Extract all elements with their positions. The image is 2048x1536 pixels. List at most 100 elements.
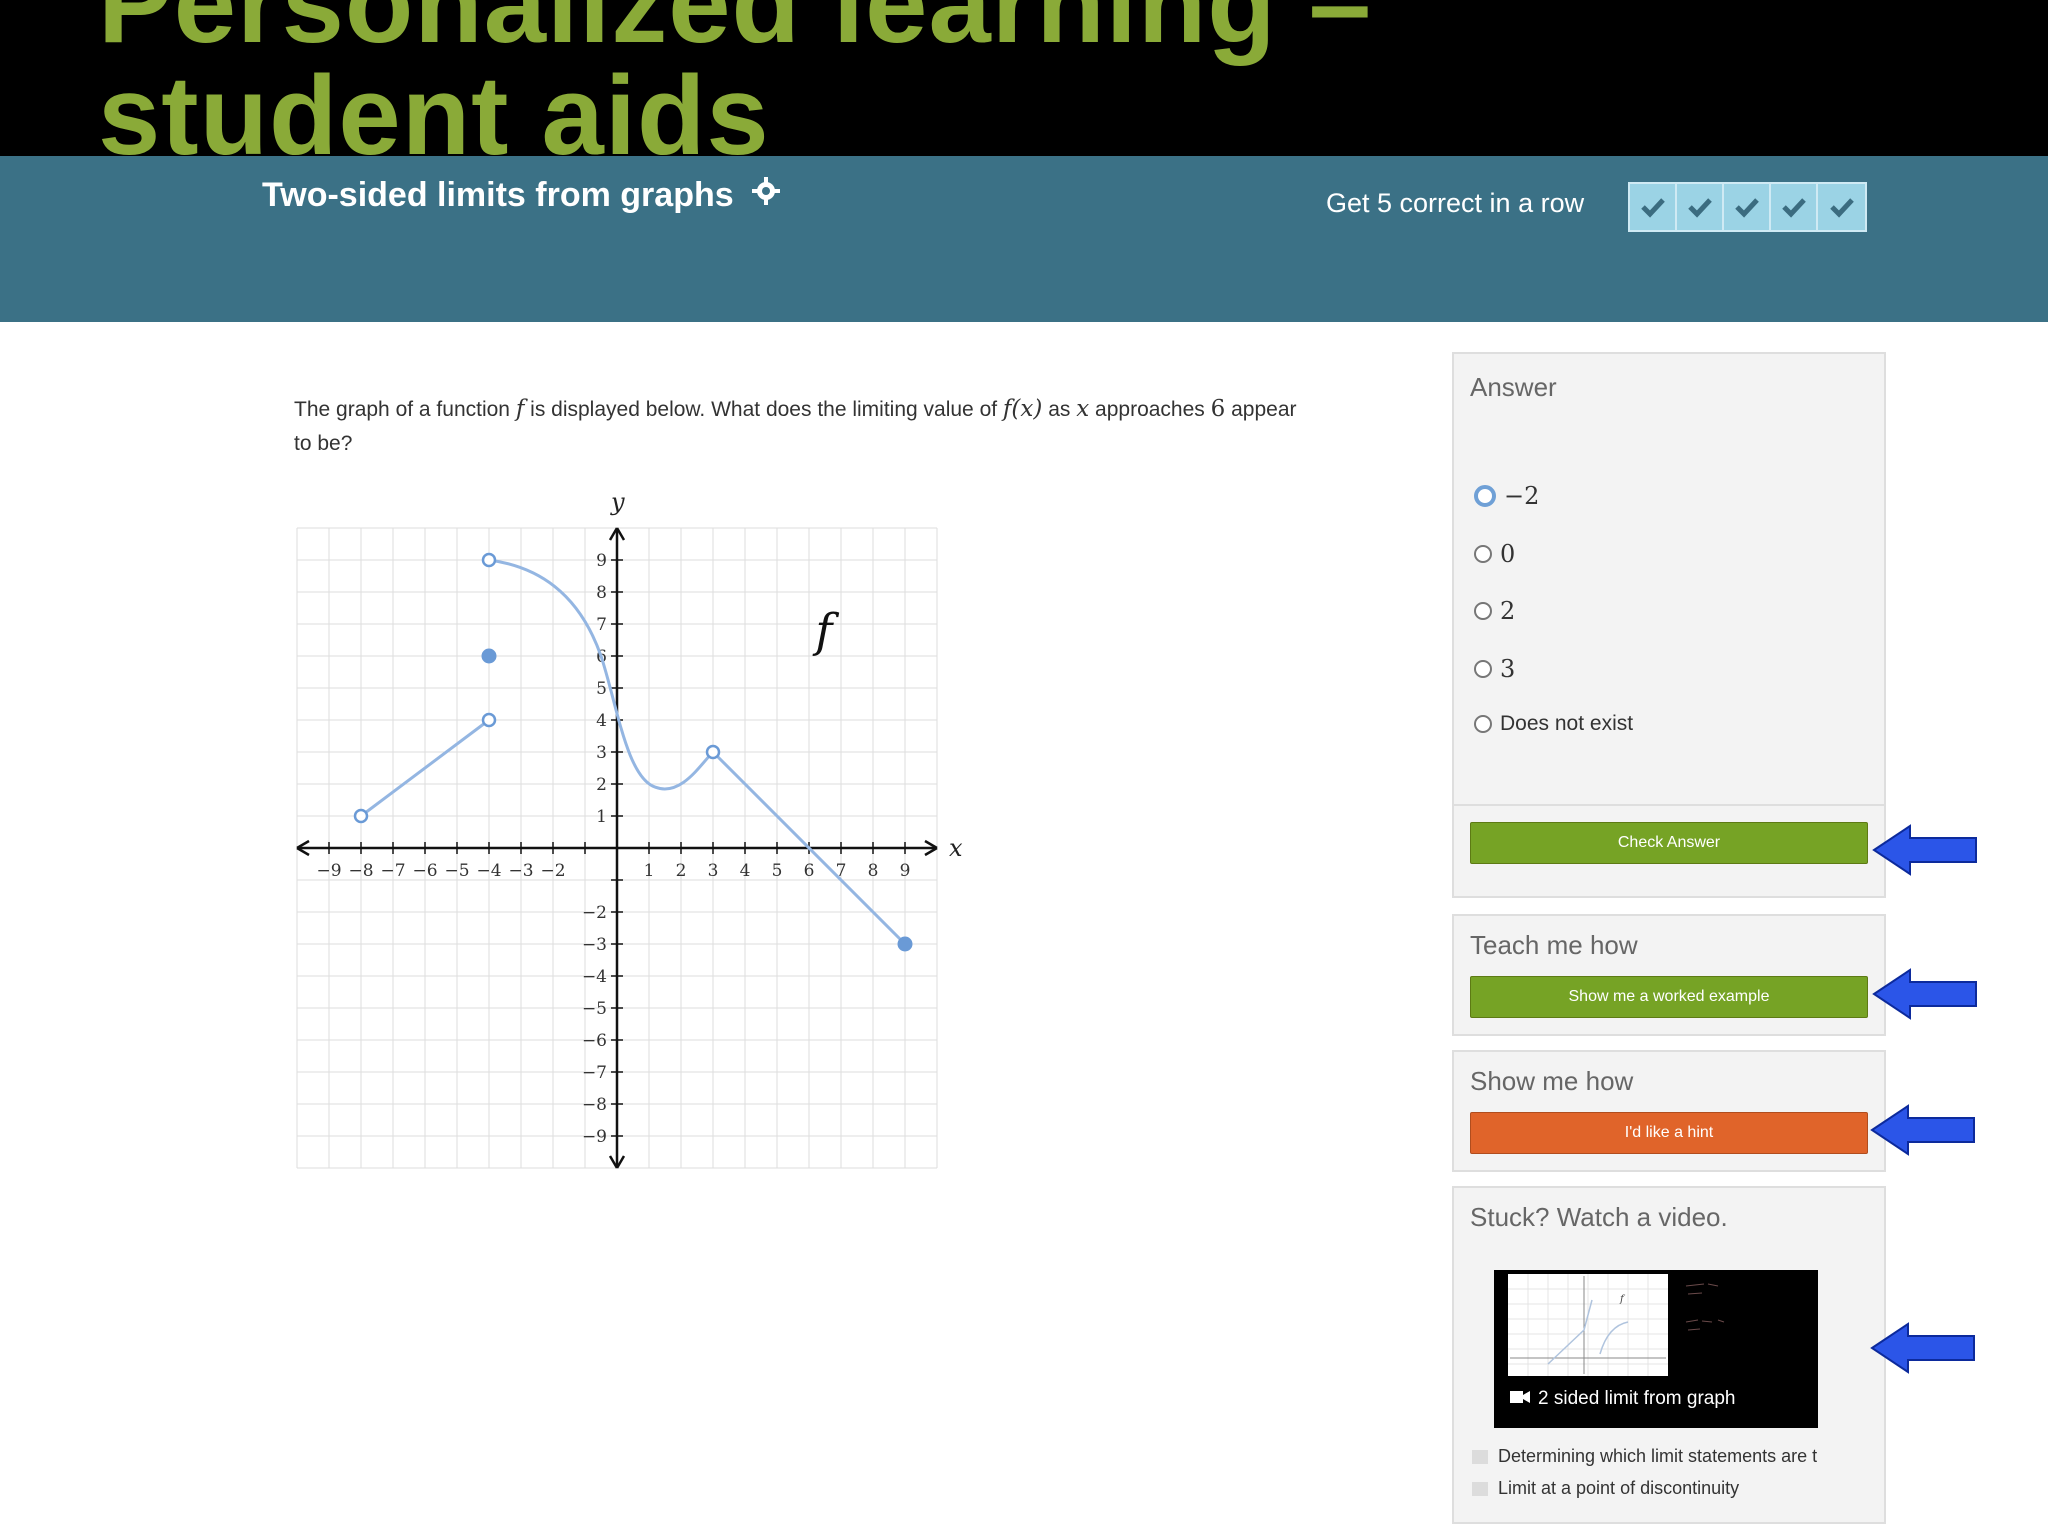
radio-selected[interactable] bbox=[1474, 485, 1496, 507]
related-video-link[interactable]: Determining which limit statements are t bbox=[1472, 1446, 1882, 1467]
streak-progress bbox=[1628, 182, 1867, 232]
open-point bbox=[353, 808, 369, 824]
tick-label: 5 bbox=[596, 679, 607, 699]
answer-option[interactable]: Does not exist bbox=[1474, 712, 1633, 736]
x-axis-label: x bbox=[949, 834, 963, 862]
math-six: 6 bbox=[1210, 396, 1226, 422]
video-camera-icon bbox=[1510, 1388, 1530, 1410]
tick-label: 8 bbox=[868, 861, 879, 881]
exercise-title-text: Two-sided limits from graphs bbox=[262, 176, 734, 214]
tick-label: 8 bbox=[596, 583, 607, 603]
answer-option-label: 0 bbox=[1500, 540, 1516, 568]
teach-title: Teach me how bbox=[1470, 930, 1638, 960]
teach-panel: Teach me how Show me a worked example bbox=[1452, 914, 1886, 1036]
tick-label: −5 bbox=[444, 861, 469, 881]
question-part: appear bbox=[1225, 398, 1297, 421]
video-thumbnail[interactable]: f bbox=[1508, 1274, 1668, 1376]
check-answer-button[interactable]: Check Answer bbox=[1470, 822, 1868, 864]
tick-label: −7 bbox=[582, 1063, 607, 1083]
answer-panel: Answer −2 0 2 3 Does not exist Check Ans… bbox=[1452, 352, 1886, 898]
tick-label: −3 bbox=[508, 861, 533, 881]
tick-label: 2 bbox=[596, 775, 607, 795]
hint-button[interactable]: I'd like a hint bbox=[1470, 1112, 1868, 1154]
tick-label: −5 bbox=[582, 999, 607, 1019]
open-point bbox=[481, 712, 497, 728]
tick-label: 4 bbox=[740, 861, 751, 881]
related-video-label: Determining which limit statements are t bbox=[1498, 1446, 1818, 1466]
gear-icon[interactable] bbox=[751, 176, 781, 215]
slide-title: Personalized learning – student aids bbox=[98, 0, 1798, 172]
answer-option-label: −2 bbox=[1504, 482, 1540, 510]
answer-option[interactable]: 3 bbox=[1474, 655, 1515, 683]
tick-label: −3 bbox=[582, 935, 607, 955]
function-graph: −9 −8 −7 −6 −5 −4 −3 −2 1 2 3 4 5 6 7 8 9987654321−2−3−4… bbox=[296, 490, 963, 1169]
tick-label: 9 bbox=[596, 551, 607, 571]
check-icon bbox=[1677, 184, 1724, 230]
closed-point bbox=[897, 936, 913, 952]
closed-point bbox=[481, 648, 497, 664]
tick-label: −8 bbox=[348, 861, 373, 881]
answer-option[interactable]: 0 bbox=[1474, 540, 1515, 568]
arrow-left-icon bbox=[1872, 824, 1977, 876]
answer-option-label: 3 bbox=[1500, 655, 1516, 683]
question-part: is displayed below. What does the limiti… bbox=[524, 398, 1003, 421]
check-icon bbox=[1724, 184, 1771, 230]
video-player[interactable]: f 2 sided limit from graph bbox=[1494, 1270, 1818, 1428]
tick-label: −9 bbox=[582, 1127, 607, 1147]
video-title: Stuck? Watch a video. bbox=[1470, 1202, 1728, 1232]
radio-button[interactable] bbox=[1474, 715, 1492, 733]
check-icon bbox=[1818, 184, 1865, 230]
answer-option-label: 2 bbox=[1500, 597, 1516, 625]
slide-title-line-2: student aids bbox=[98, 53, 770, 178]
tick-label: 3 bbox=[596, 743, 607, 763]
tick-label: −4 bbox=[476, 861, 501, 881]
tick-label: 5 bbox=[772, 861, 783, 881]
question-part: to be? bbox=[294, 432, 353, 455]
show-title: Show me how bbox=[1470, 1066, 1634, 1096]
arrow-left-icon bbox=[1870, 1104, 1975, 1156]
related-video-link[interactable]: Limit at a point of discontinuity bbox=[1472, 1478, 1882, 1499]
tick-label: −7 bbox=[380, 861, 405, 881]
tick-label: 6 bbox=[804, 861, 815, 881]
streak-label: Get 5 correct in a row bbox=[1326, 188, 1585, 218]
arrow-left-icon bbox=[1872, 968, 1977, 1020]
divider bbox=[1454, 804, 1884, 806]
tick-label: −2 bbox=[582, 903, 607, 923]
tick-label: 4 bbox=[596, 711, 607, 731]
related-video-label: Limit at a point of discontinuity bbox=[1498, 1478, 1740, 1498]
tick-label: −6 bbox=[412, 861, 437, 881]
show-panel: Show me how I'd like a hint bbox=[1452, 1050, 1886, 1172]
radio-button[interactable] bbox=[1474, 602, 1492, 620]
answer-option[interactable]: −2 bbox=[1474, 482, 1539, 510]
arrow-left-icon bbox=[1870, 1322, 1975, 1374]
math-x: x bbox=[1076, 396, 1090, 422]
function-label: f bbox=[812, 603, 839, 657]
question-text: The graph of a function f is displayed b… bbox=[294, 392, 1394, 461]
tick-label: 7 bbox=[596, 615, 607, 635]
tick-label: −9 bbox=[316, 861, 341, 881]
video-caption-text: 2 sided limit from graph bbox=[1538, 1388, 1736, 1409]
open-point bbox=[481, 552, 497, 568]
worked-example-button[interactable]: Show me a worked example bbox=[1470, 976, 1868, 1018]
check-icon bbox=[1630, 184, 1677, 230]
answer-option[interactable]: 2 bbox=[1474, 597, 1515, 625]
tick-label: 3 bbox=[708, 861, 719, 881]
question-part: The graph of a function bbox=[294, 398, 516, 421]
y-axis-label: y bbox=[610, 490, 625, 516]
radio-button[interactable] bbox=[1474, 660, 1492, 678]
slide: Two-sided limits from graphs Personalize… bbox=[0, 0, 2048, 1536]
tick-label: −4 bbox=[582, 967, 607, 987]
tick-label: −2 bbox=[540, 861, 565, 881]
exercise-title: Two-sided limits from graphs bbox=[262, 176, 781, 215]
tick-label: 1 bbox=[644, 861, 655, 881]
svg-text:f: f bbox=[1619, 1294, 1626, 1305]
math-fx: f(x) bbox=[1002, 396, 1043, 422]
radio-button[interactable] bbox=[1474, 545, 1492, 563]
answer-option-label: Does not exist bbox=[1500, 712, 1634, 735]
tick-label: −8 bbox=[582, 1095, 607, 1115]
check-icon bbox=[1771, 184, 1818, 230]
video-scribbles bbox=[1684, 1278, 1804, 1352]
tick-label: 9 bbox=[900, 861, 911, 881]
video-caption: 2 sided limit from graph bbox=[1510, 1388, 1735, 1410]
video-panel: Stuck? Watch a video. f 2 sided limit fr… bbox=[1452, 1186, 1886, 1524]
